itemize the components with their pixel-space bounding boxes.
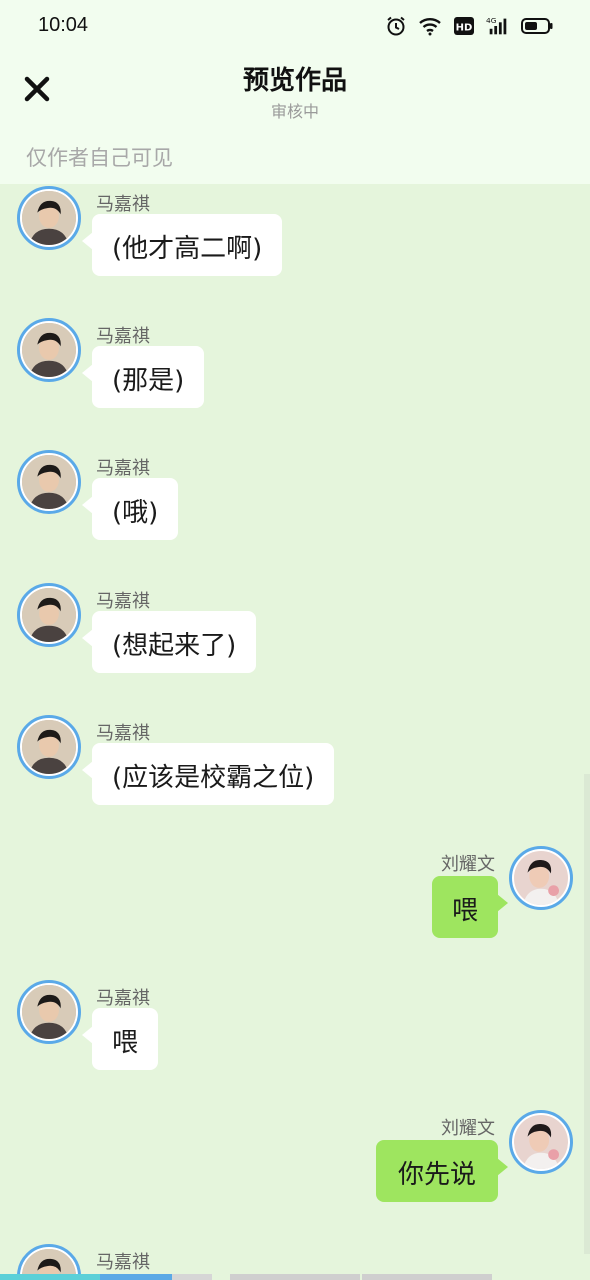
sender-name: 马嘉祺 [96, 988, 150, 1009]
message-bubble[interactable]: 你先说 [376, 1140, 508, 1202]
status-icons: HD 4G [384, 14, 554, 38]
sender-name: 刘耀文 [441, 1118, 495, 1139]
page-title: 预览作品 [242, 66, 347, 96]
message-left: 马嘉祺 (他才高二啊) [0, 184, 590, 284]
top-area: 10:04 HD 4G 预览作品 审核中 仅作者自己可见 [0, 0, 590, 184]
review-status: 审核中 [270, 102, 319, 121]
svg-text:4G: 4G [486, 16, 497, 25]
message-bubble[interactable]: (他才高二啊) [81, 214, 283, 276]
visibility-note: 仅作者自己可见 [26, 146, 173, 170]
message-bubble[interactable]: 喂 [432, 876, 508, 938]
svg-text:HD: HD [456, 23, 473, 34]
status-bar: 10:04 HD 4G [0, 0, 590, 52]
alarm-icon [384, 14, 408, 38]
message-bubble[interactable]: (想起来了) [81, 611, 257, 673]
message-bubble[interactable]: (应该是校霸之位) [81, 743, 335, 805]
avatar[interactable] [17, 186, 81, 250]
message-left: 马嘉祺 (想起来了) [0, 581, 590, 681]
signal-4g-icon: 4G [486, 14, 510, 38]
message-bubble[interactable]: (那是) [81, 346, 205, 408]
sender-name: 刘耀文 [441, 854, 495, 875]
message-bubble[interactable]: (哦) [81, 478, 179, 540]
message-right: 刘耀文喂 [0, 846, 590, 946]
message-bubble[interactable]: 喂 [81, 1008, 159, 1070]
avatar[interactable] [509, 1110, 573, 1174]
status-time: 10:04 [38, 14, 89, 36]
avatar[interactable] [509, 846, 573, 910]
avatar[interactable] [17, 450, 81, 514]
sender-name: 马嘉祺 [96, 194, 150, 215]
sender-name: 马嘉祺 [96, 723, 150, 744]
message-right: 刘耀文 你先说 [0, 1110, 590, 1210]
message-left: 马嘉祺 (那是) [0, 316, 590, 416]
battery-icon [520, 14, 554, 38]
sender-name: 马嘉祺 [96, 458, 150, 479]
message-left: 马嘉祺喂 [0, 978, 590, 1078]
chat-area[interactable]: 马嘉祺 (他才高二啊) 马嘉祺 (那是) 马嘉祺 (哦) 马嘉祺 (想起来了) 马嘉祺 (应该是校… [0, 184, 590, 1280]
message-left: 马嘉祺 (哦) [0, 448, 590, 548]
sender-name: 马嘉祺 [96, 591, 150, 612]
wifi-icon [418, 14, 442, 38]
avatar[interactable] [17, 980, 81, 1044]
sender-name: 马嘉祺 [96, 1252, 150, 1273]
avatar[interactable] [17, 583, 81, 647]
avatar[interactable] [17, 318, 81, 382]
bottom-progress [0, 1274, 590, 1280]
sender-name: 马嘉祺 [96, 326, 150, 347]
hd-icon: HD [452, 14, 476, 38]
avatar[interactable] [17, 715, 81, 779]
message-left: 马嘉祺 (应该是校霸之位) [0, 713, 590, 813]
